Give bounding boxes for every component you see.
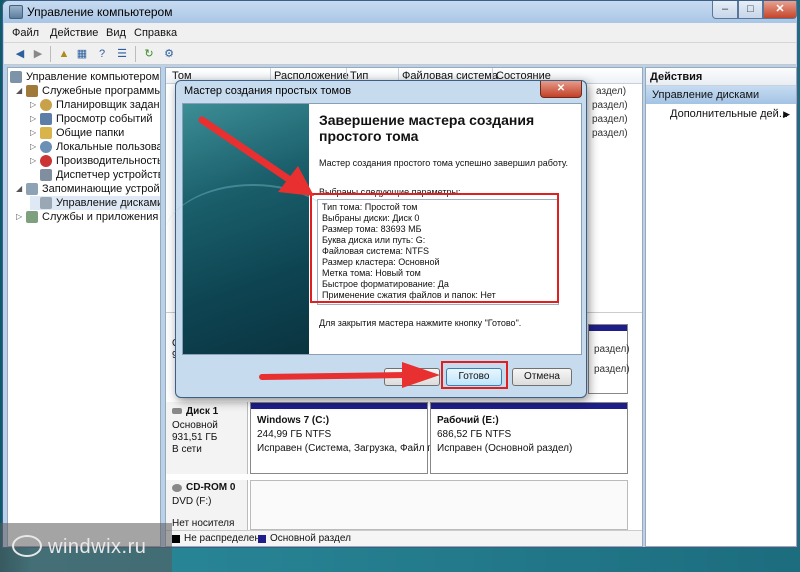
refresh-icon[interactable]: ↻ xyxy=(141,46,157,62)
actions-more[interactable]: Дополнительные дей... xyxy=(670,108,788,120)
expand-icon[interactable]: ▷ xyxy=(30,140,38,154)
properties-icon[interactable]: ▦ xyxy=(74,46,90,62)
export-icon[interactable]: ⚙ xyxy=(161,46,177,62)
submenu-arrow-icon: ▶ xyxy=(783,109,790,119)
computer-management-icon xyxy=(9,5,23,19)
forward-icon[interactable]: ▶ xyxy=(30,46,46,62)
legend-unallocated: Не распределен xyxy=(184,533,260,544)
users-icon xyxy=(40,141,52,153)
menu-bar: Файл Действие Вид Справка xyxy=(4,23,796,43)
collapse-icon[interactable]: ◢ xyxy=(16,182,24,196)
toolbar: ◀ ▶ ▲ ▦ ? ☰ ↻ ⚙ xyxy=(4,43,796,65)
partition-bar xyxy=(589,325,627,331)
legend-swatch-unallocated xyxy=(172,535,180,543)
menu-file[interactable]: Файл xyxy=(12,27,39,39)
expand-icon[interactable]: ▷ xyxy=(30,98,38,112)
expand-icon[interactable]: ▷ xyxy=(30,154,38,168)
services-icon xyxy=(26,211,38,223)
tools-icon xyxy=(26,85,38,97)
red-arrow-to-params xyxy=(198,116,314,196)
watermark-logo-icon xyxy=(12,535,42,557)
disk0-tail: раздел) xyxy=(594,364,630,375)
volume-row-tail: раздел) xyxy=(592,128,628,139)
event-viewer-icon xyxy=(40,113,52,125)
menu-view[interactable]: Вид xyxy=(106,27,126,39)
highlight-finish-button xyxy=(441,361,508,389)
collapse-icon[interactable]: ◢ xyxy=(16,84,24,98)
storage-icon xyxy=(26,183,38,195)
window-titlebar[interactable]: Управление компьютером xyxy=(3,1,797,23)
menu-action[interactable]: Действие xyxy=(50,27,98,39)
actions-header: Действия xyxy=(646,68,796,86)
dialog-intro: Мастер создания простого тома успешно за… xyxy=(319,158,569,168)
partition-bar xyxy=(251,403,427,409)
clock-icon xyxy=(40,99,52,111)
device-manager-icon xyxy=(40,169,52,181)
maximize-button[interactable]: □ xyxy=(738,1,763,19)
dialog-close-button[interactable]: ✕ xyxy=(540,81,582,98)
expand-icon[interactable]: ▷ xyxy=(16,210,24,224)
disk-icon xyxy=(40,197,52,209)
volume-row-tail: аздел) xyxy=(596,86,627,97)
highlight-params-box xyxy=(310,193,559,303)
red-arrow-to-finish xyxy=(259,362,440,388)
toolbar-separator xyxy=(135,46,136,62)
computer-icon xyxy=(10,71,22,83)
cdrom-icon xyxy=(172,484,182,492)
disk0-partition-fragment[interactable] xyxy=(588,324,628,394)
back-icon[interactable]: ◀ xyxy=(12,46,28,62)
actions-pane: Действия Управление дисками Дополнительн… xyxy=(645,67,797,547)
disk1-header[interactable]: Диск 1 Основной 931,51 ГБ В сети xyxy=(166,402,248,474)
partition-c[interactable]: Windows 7 (C:) 244,99 ГБ NTFS Исправен (… xyxy=(250,402,438,474)
partition-bar xyxy=(431,403,627,409)
cdrom-partition[interactable] xyxy=(250,480,628,530)
tree-item-disk-management[interactable]: Управление дисками xyxy=(30,196,160,210)
expand-icon[interactable]: ▷ xyxy=(30,126,38,140)
navigation-tree: Управление компьютером (л ◢ Служебные пр… xyxy=(7,67,161,547)
legend-swatch-primary xyxy=(258,535,266,543)
partition-e[interactable]: Рабочий (E:) 686,52 ГБ NTFS Исправен (Ос… xyxy=(430,402,628,474)
dialog-close-hint: Для закрытия мастера нажмите кнопку "Гот… xyxy=(319,318,522,328)
expand-icon[interactable]: ▷ xyxy=(30,112,38,126)
cancel-button[interactable]: Отмена xyxy=(512,368,572,386)
details-icon[interactable]: ☰ xyxy=(114,46,130,62)
legend-primary: Основной раздел xyxy=(270,533,351,544)
menu-help[interactable]: Справка xyxy=(134,27,177,39)
folder-icon xyxy=(40,127,52,139)
dialog-title: Мастер создания простых томов xyxy=(184,85,352,97)
dialog-heading: Завершение мастера создания простого том… xyxy=(319,112,535,144)
close-button[interactable]: ✕ xyxy=(763,1,797,19)
legend: Не распределен Основной раздел xyxy=(166,530,642,546)
minimize-button[interactable]: – xyxy=(712,1,738,19)
performance-icon xyxy=(40,155,52,167)
cdrom-header[interactable]: CD-ROM 0 DVD (F:) Нет носителя xyxy=(166,480,248,530)
window-title: Управление компьютером xyxy=(27,5,173,19)
disk-icon xyxy=(172,408,182,414)
disk0-tail: раздел) xyxy=(594,344,630,355)
toolbar-separator xyxy=(50,46,51,62)
up-icon[interactable]: ▲ xyxy=(56,46,72,62)
actions-section-disk-management[interactable]: Управление дисками xyxy=(646,86,796,104)
help-icon[interactable]: ? xyxy=(94,46,110,62)
watermark-text: windwix.ru xyxy=(48,536,147,558)
volume-row-tail: раздел) xyxy=(592,100,628,111)
volume-row-tail: раздел) xyxy=(592,114,628,125)
